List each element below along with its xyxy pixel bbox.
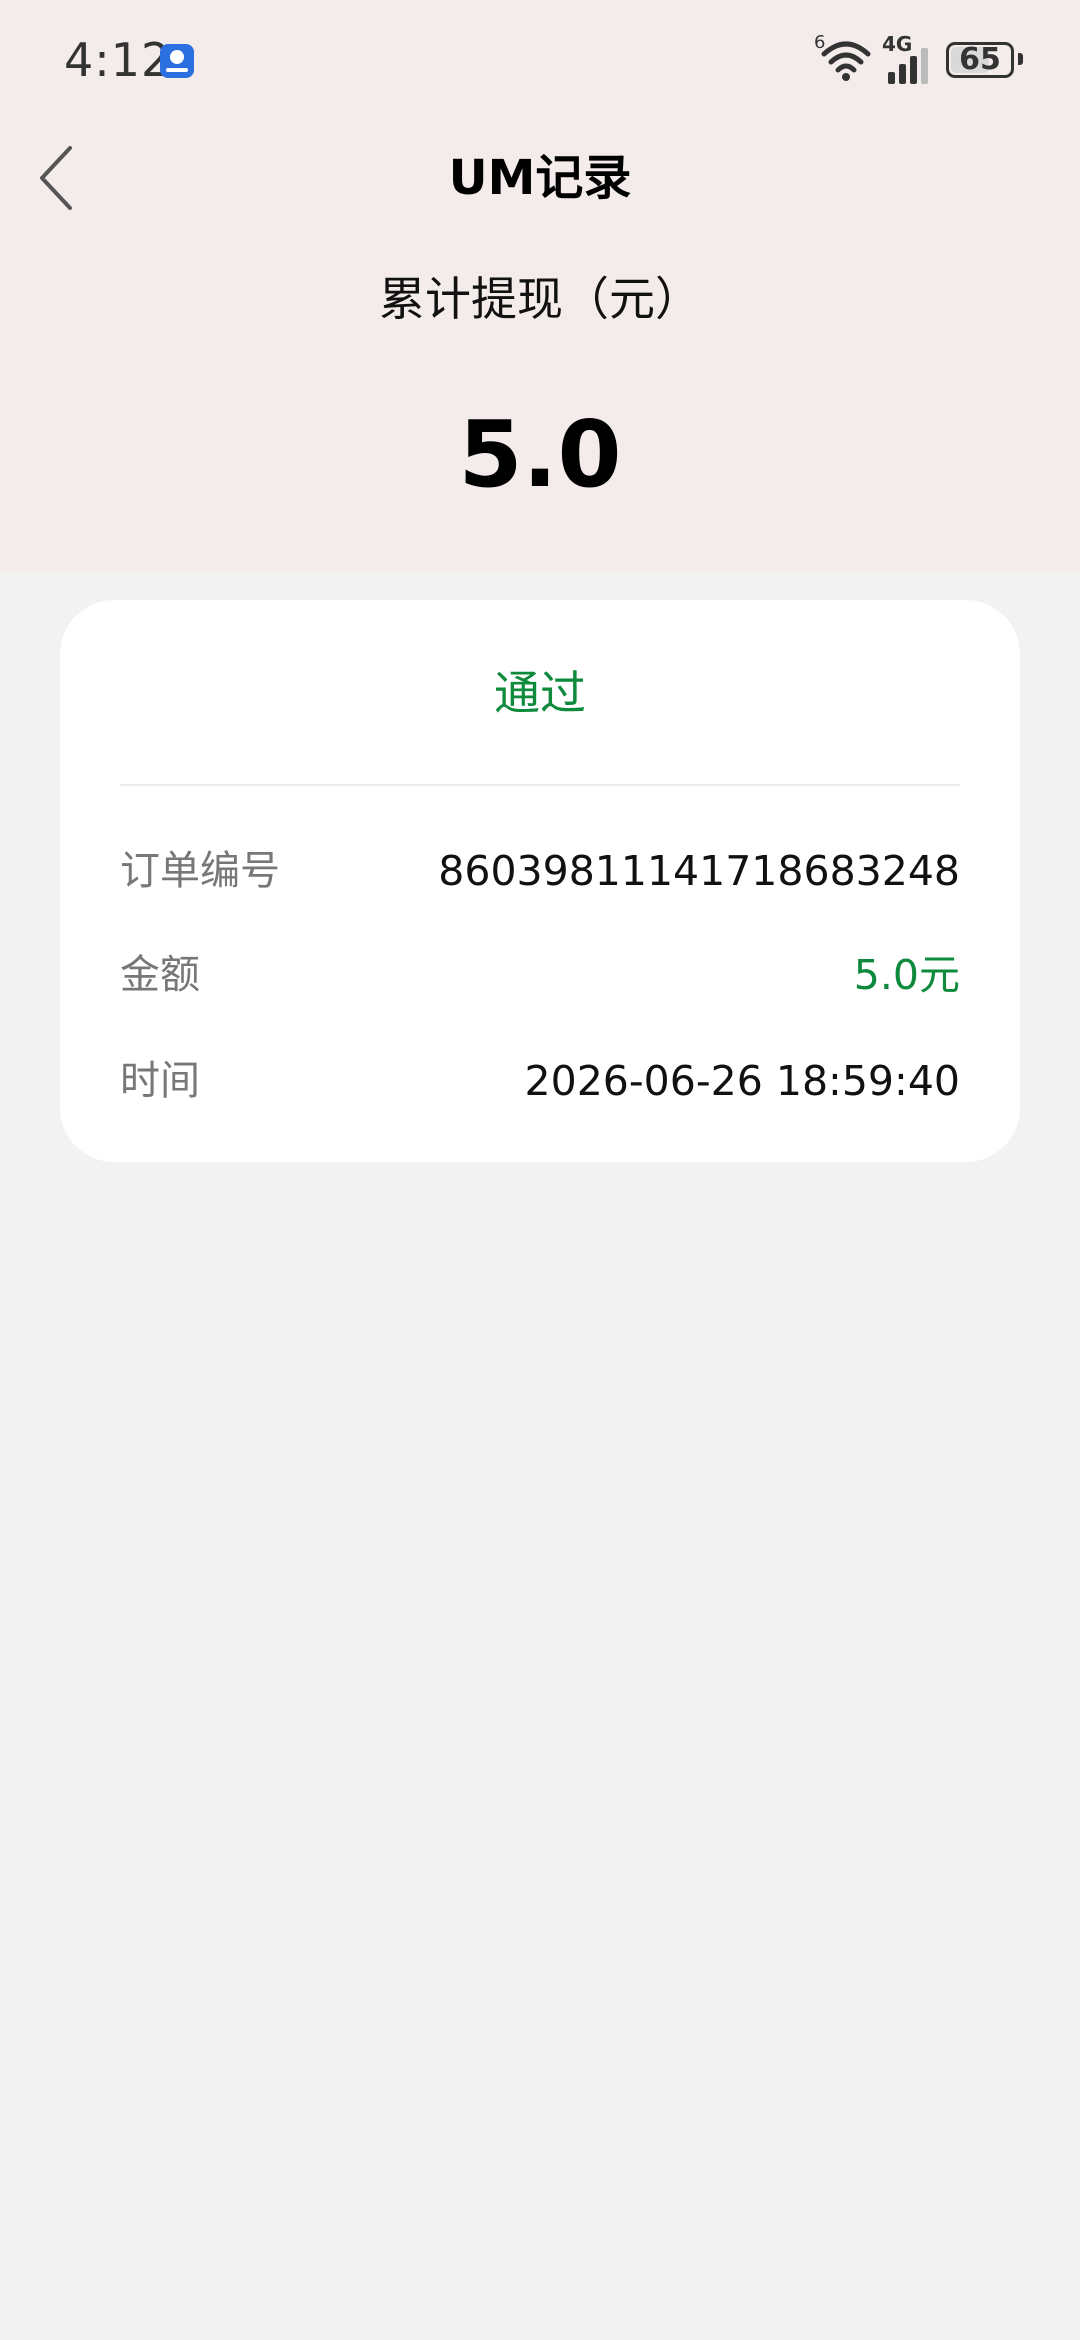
withdrawal-record-card: 通过 订单编号 860398111417186832​48 金额 5.0元 时间…: [60, 600, 1020, 1162]
total-withdrawal-label: 累计提现（元）: [379, 272, 701, 326]
order-number-value: 860398111417186832​48: [438, 847, 960, 895]
order-number-label: 订单编号: [120, 848, 280, 894]
page-title: UM记录: [448, 150, 632, 206]
time-value: 2026-06-26 18:59:40: [524, 1057, 960, 1105]
battery-icon: 65: [946, 42, 1014, 78]
header-area: 4:12 6 4G 65 UM记录 累计提现（元） 5.0: [0, 0, 1080, 572]
battery-tip: [1018, 53, 1023, 65]
cellular-signal-icon: [888, 48, 928, 84]
status-time: 4:12: [64, 33, 172, 87]
record-status: 通过: [494, 666, 586, 720]
battery-level: 65: [959, 42, 1001, 77]
amount-row: 金额 5.0元: [120, 940, 960, 1010]
card-divider: [120, 784, 960, 786]
time-row: 时间 2026-06-26 18:59:40: [120, 1046, 960, 1116]
app-notification-icon: [160, 44, 194, 78]
wifi-icon: [821, 41, 871, 81]
amount-value: 5.0元: [853, 951, 960, 999]
order-number-row: 订单编号 860398111417186832​48: [120, 836, 960, 906]
total-withdrawal-value: 5.0: [458, 401, 622, 508]
time-label: 时间: [120, 1058, 200, 1104]
amount-label: 金额: [120, 952, 200, 998]
